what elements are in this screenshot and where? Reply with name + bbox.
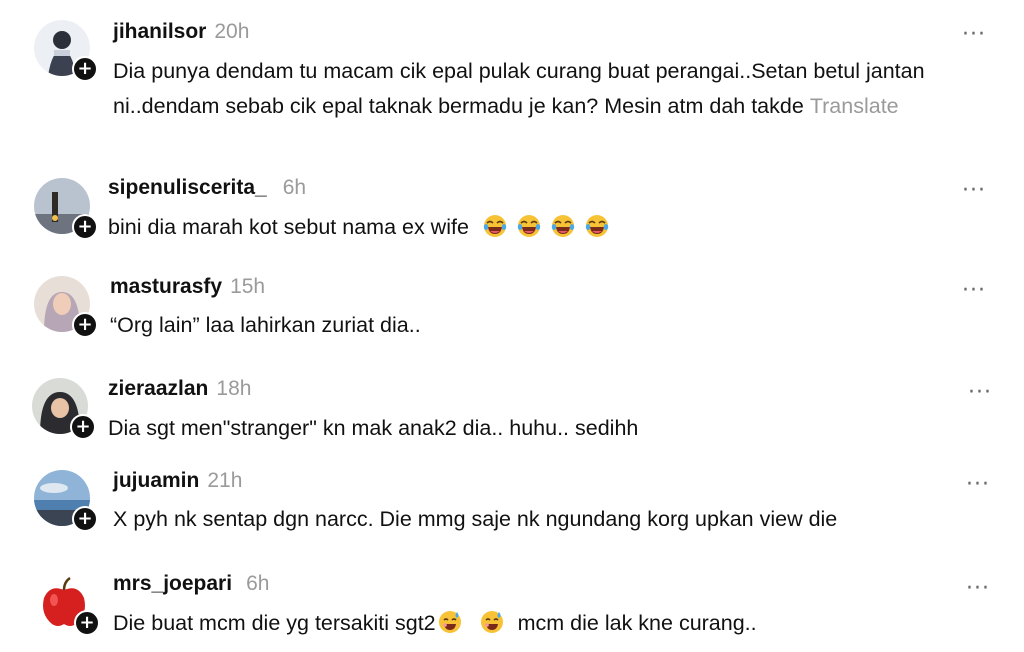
comment-body-end: mcm die lak kne curang.. [517, 611, 757, 635]
avatar[interactable]: + [32, 378, 96, 440]
follow-plus-icon[interactable]: + [72, 506, 98, 532]
follow-plus-icon[interactable]: + [72, 312, 98, 338]
username[interactable]: jujuamin 21h [113, 469, 242, 493]
comment-body-start: Die buat mcm die yg tersakiti sgt2 [113, 611, 436, 635]
avatar[interactable]: + [34, 276, 98, 338]
comment-body: Dia punya dendam tu macam cik epal pulak… [113, 59, 925, 118]
username-text[interactable]: jihanilsor [113, 20, 206, 43]
username[interactable]: mrs_joepari 6h [113, 572, 269, 596]
more-options-icon[interactable]: ··· [968, 382, 992, 404]
comment-body: X pyh nk sentap dgn narcc. Die mmg saje … [113, 507, 838, 531]
sweat-smile-emoji-icon [436, 611, 514, 635]
username[interactable]: masturasfy 15h [110, 275, 265, 299]
comment-body: bini dia marah kot sebut nama ex wife [108, 215, 469, 239]
comment-time: 6h [282, 176, 307, 199]
avatar[interactable]: + [34, 178, 98, 240]
comment-time: 21h [207, 469, 243, 492]
comment-time: 20h [214, 20, 250, 43]
comment-text: Dia sgt men"stranger" kn mak anak2 dia..… [108, 411, 978, 446]
username-text[interactable]: masturasfy [110, 275, 222, 298]
more-options-icon[interactable]: ··· [966, 578, 990, 600]
avatar[interactable]: + [36, 574, 100, 636]
follow-plus-icon[interactable]: + [72, 214, 98, 240]
more-options-icon[interactable]: ··· [962, 24, 986, 46]
comment-time: 15h [230, 275, 266, 298]
username[interactable]: zieraazlan 18h [108, 377, 251, 401]
more-options-icon[interactable]: ··· [962, 280, 986, 302]
username-text[interactable]: sipenuliscerita_ [108, 176, 267, 199]
username-text[interactable]: mrs_joepari [113, 572, 232, 595]
username-text[interactable]: jujuamin [113, 469, 199, 492]
username-text[interactable]: zieraazlan [108, 377, 208, 400]
follow-plus-icon[interactable]: + [70, 414, 96, 440]
laughing-crying-emoji-icon [483, 215, 619, 239]
more-options-icon[interactable]: ··· [962, 180, 986, 202]
translate-link[interactable]: Translate [810, 94, 899, 118]
comment-text: X pyh nk sentap dgn narcc. Die mmg saje … [113, 502, 983, 537]
avatar[interactable]: + [34, 470, 98, 532]
comment-text: “Org lain” laa lahirkan zuriat dia.. [110, 308, 980, 343]
comment-body: “Org lain” laa lahirkan zuriat dia.. [110, 313, 421, 337]
comment-text: bini dia marah kot sebut nama ex wife [108, 210, 978, 245]
follow-plus-icon[interactable]: + [74, 610, 100, 636]
comment-body: Dia sgt men"stranger" kn mak anak2 dia..… [108, 416, 639, 440]
comment-time: 6h [246, 572, 270, 595]
avatar[interactable]: + [34, 20, 98, 82]
follow-plus-icon[interactable]: + [72, 56, 98, 82]
username[interactable]: jihanilsor 20h [113, 20, 249, 44]
comment-time: 18h [216, 377, 252, 400]
more-options-icon[interactable]: ··· [966, 474, 990, 496]
comment-text: Die buat mcm die yg tersakiti sgt2 mcm di… [113, 606, 983, 641]
username[interactable]: sipenuliscerita_ 6h [108, 176, 306, 200]
comment-text: Dia punya dendam tu macam cik epal pulak… [113, 54, 983, 124]
